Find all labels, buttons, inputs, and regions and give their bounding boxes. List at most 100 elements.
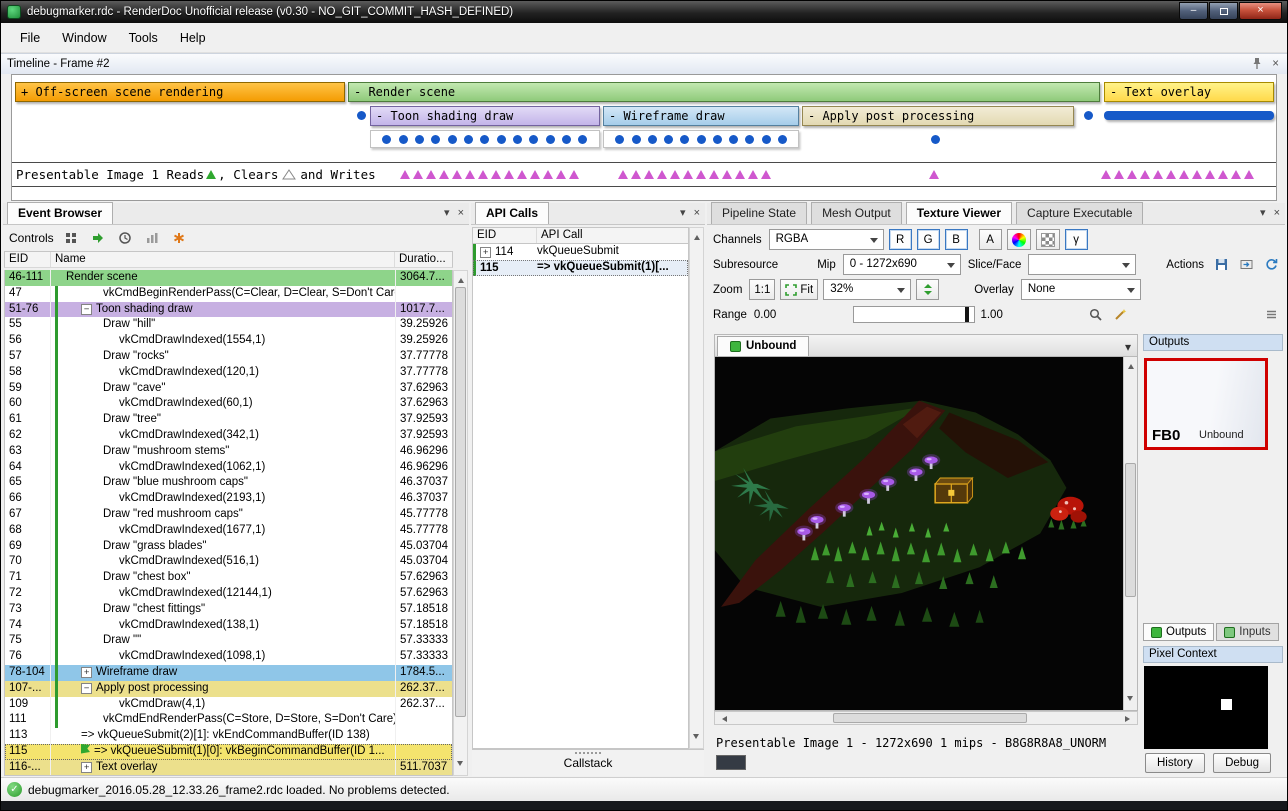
splitter-grip[interactable] bbox=[575, 752, 601, 755]
history-button[interactable]: History bbox=[1145, 753, 1205, 773]
event-row[interactable]: 116-... Text overlay 511.7037 bbox=[5, 760, 452, 776]
scroll-up-icon[interactable] bbox=[458, 275, 464, 283]
event-row[interactable]: 67 Draw "red mushroom caps" 45.77778 bbox=[5, 507, 452, 523]
flip-y-button[interactable] bbox=[916, 279, 939, 300]
event-row[interactable]: 72 vkCmdDrawIndexed(12144,1) 57.62963 bbox=[5, 586, 452, 602]
menu-item[interactable]: Tools bbox=[118, 27, 169, 49]
event-row[interactable]: 70 vkCmdDrawIndexed(516,1) 45.03704 bbox=[5, 554, 452, 570]
bookmark-icon[interactable] bbox=[169, 228, 189, 248]
zoom-1to1-button[interactable]: 1:1 bbox=[749, 279, 775, 300]
range-handle[interactable] bbox=[965, 307, 969, 322]
right-panel-tab[interactable]: Mesh Output bbox=[811, 202, 902, 224]
event-row[interactable]: 63 Draw "mushroom stems" 46.96296 bbox=[5, 444, 452, 460]
menu-item[interactable]: File bbox=[9, 27, 51, 49]
minimize-button[interactable]: – bbox=[1179, 2, 1208, 20]
save-texture-button[interactable] bbox=[1211, 255, 1231, 275]
colorwheel-button[interactable] bbox=[1007, 229, 1031, 250]
right-panel-tab[interactable]: Pipeline State bbox=[711, 202, 807, 224]
panel-close-icon[interactable]: × bbox=[458, 207, 464, 220]
timeline-bar-postproc[interactable]: - Apply post processing bbox=[802, 106, 1074, 126]
zoom-range-button[interactable] bbox=[1086, 305, 1106, 325]
time-durations-icon[interactable] bbox=[115, 228, 135, 248]
callstack-section[interactable]: Callstack bbox=[472, 749, 704, 776]
scroll-right-icon[interactable] bbox=[1125, 716, 1133, 722]
texture-vertical-scrollbar[interactable] bbox=[1123, 357, 1137, 710]
goto-eid-icon[interactable] bbox=[88, 228, 108, 248]
column-eid[interactable]: EID bbox=[473, 228, 537, 243]
channel-g-button[interactable]: G bbox=[917, 229, 940, 250]
gamma-button[interactable]: γ bbox=[1065, 229, 1088, 250]
event-row[interactable]: 57 Draw "rocks" 37.77778 bbox=[5, 349, 452, 365]
timeline-bar-toon[interactable]: - Toon shading draw bbox=[370, 106, 600, 126]
overlay-select[interactable]: None bbox=[1021, 279, 1141, 300]
timeline-bar-render-scene[interactable]: - Render scene bbox=[348, 82, 1100, 102]
range-options-icon[interactable] bbox=[1261, 305, 1281, 325]
timeline-canvas[interactable]: + Off-screen scene rendering - Render sc… bbox=[11, 74, 1277, 201]
column-api-call[interactable]: API Call bbox=[537, 228, 688, 243]
scroll-down-icon[interactable] bbox=[1127, 696, 1133, 704]
scroll-up-icon[interactable] bbox=[694, 232, 700, 240]
timeline-bar-text-overlay[interactable]: - Text overlay bbox=[1104, 82, 1274, 102]
right-panel-tab[interactable]: Capture Executable bbox=[1016, 202, 1143, 224]
tab-event-browser[interactable]: Event Browser bbox=[7, 202, 113, 224]
event-row[interactable]: 65 Draw "blue mushroom caps" 46.37037 bbox=[5, 475, 452, 491]
expand-toggle-icon[interactable] bbox=[81, 683, 92, 694]
column-name[interactable]: Name bbox=[51, 252, 395, 267]
event-row[interactable]: 75 Draw "" 57.33333 bbox=[5, 633, 452, 649]
timeline-close-icon[interactable]: × bbox=[1272, 58, 1279, 70]
event-row[interactable]: 56 vkCmdDrawIndexed(1554,1) 39.25926 bbox=[5, 333, 452, 349]
event-row[interactable]: 66 vkCmdDrawIndexed(2193,1) 46.37037 bbox=[5, 491, 452, 507]
stats-icon[interactable] bbox=[142, 228, 162, 248]
column-eid[interactable]: EID bbox=[5, 252, 51, 267]
event-row[interactable]: 55 Draw "hill" 39.25926 bbox=[5, 317, 452, 333]
texture-horizontal-scrollbar[interactable] bbox=[714, 711, 1138, 725]
scroll-thumb[interactable] bbox=[455, 287, 466, 717]
column-duration[interactable]: Duratio... bbox=[395, 252, 452, 267]
panel-close-icon[interactable]: × bbox=[1274, 207, 1280, 220]
scroll-down-icon[interactable] bbox=[457, 761, 463, 769]
texture-list-chevron-icon[interactable]: ▾ bbox=[1125, 340, 1131, 354]
event-row[interactable]: 64 vkCmdDrawIndexed(1062,1) 46.96296 bbox=[5, 460, 452, 476]
event-row[interactable]: 60 vkCmdDrawIndexed(60,1) 37.62963 bbox=[5, 396, 452, 412]
menu-item[interactable]: Window bbox=[51, 27, 117, 49]
event-row[interactable]: 73 Draw "chest fittings" 57.18518 bbox=[5, 602, 452, 618]
slice-face-select[interactable] bbox=[1028, 254, 1136, 275]
event-browser-scrollbar[interactable] bbox=[453, 270, 468, 776]
event-row[interactable]: 107-... Apply post processing 262.37... bbox=[5, 681, 452, 697]
event-row[interactable]: 109 vkCmdDraw(4,1) 262.37... bbox=[5, 697, 452, 713]
checkerboard-button[interactable] bbox=[1036, 229, 1060, 250]
event-row[interactable]: 74 vkCmdDrawIndexed(138,1) 57.18518 bbox=[5, 618, 452, 634]
api-call-row[interactable]: 114 vkQueueSubmit bbox=[473, 244, 688, 260]
close-button[interactable]: × bbox=[1239, 2, 1282, 20]
event-row[interactable]: 115 => vkQueueSubmit(1)[0]: vkBeginComma… bbox=[5, 744, 452, 760]
texture-display[interactable] bbox=[714, 356, 1138, 711]
event-row[interactable]: 58 vkCmdDrawIndexed(120,1) 37.77778 bbox=[5, 365, 452, 381]
refresh-button[interactable] bbox=[1261, 255, 1281, 275]
pin-icon[interactable] bbox=[1252, 57, 1262, 70]
event-row[interactable]: 113 => vkQueueSubmit(2)[1]: vkEndCommand… bbox=[5, 728, 452, 744]
api-calls-scrollbar[interactable] bbox=[689, 227, 704, 749]
panel-menu-chevron-icon[interactable]: ▾ bbox=[444, 207, 450, 220]
scroll-thumb[interactable] bbox=[833, 713, 1027, 723]
panel-menu-chevron-icon[interactable]: ▾ bbox=[680, 207, 686, 220]
right-panel-tab[interactable]: Texture Viewer bbox=[906, 202, 1012, 224]
maximize-button[interactable] bbox=[1209, 2, 1238, 20]
event-row[interactable]: 111 vkCmdEndRenderPass(C=Store, D=Store,… bbox=[5, 712, 452, 728]
tab-api-calls[interactable]: API Calls bbox=[475, 202, 549, 224]
timeline-bar-offscreen[interactable]: + Off-screen scene rendering bbox=[15, 82, 345, 102]
range-slider[interactable] bbox=[853, 306, 975, 323]
scroll-left-icon[interactable] bbox=[719, 716, 727, 722]
expand-toggle-icon[interactable] bbox=[480, 247, 491, 258]
event-row[interactable]: 68 vkCmdDrawIndexed(1677,1) 45.77778 bbox=[5, 523, 452, 539]
event-row[interactable]: 76 vkCmdDrawIndexed(1098,1) 57.33333 bbox=[5, 649, 452, 665]
event-row[interactable]: 46-111 Render scene 3064.7... bbox=[5, 270, 452, 286]
debug-button[interactable]: Debug bbox=[1213, 753, 1271, 773]
tab-outputs[interactable]: Outputs bbox=[1143, 623, 1214, 641]
event-row[interactable]: 47 vkCmdBeginRenderPass(C=Clear, D=Clear… bbox=[5, 286, 452, 302]
pixel-context-view[interactable] bbox=[1144, 666, 1268, 749]
expand-toggle-icon[interactable] bbox=[81, 304, 92, 315]
event-row[interactable]: 78-104 Wireframe draw 1784.5... bbox=[5, 665, 452, 681]
titlebar[interactable]: debugmarker.rdc - RenderDoc Unofficial r… bbox=[1, 1, 1287, 23]
scroll-thumb[interactable] bbox=[1125, 463, 1136, 597]
zoom-select[interactable]: 32% bbox=[823, 279, 911, 300]
